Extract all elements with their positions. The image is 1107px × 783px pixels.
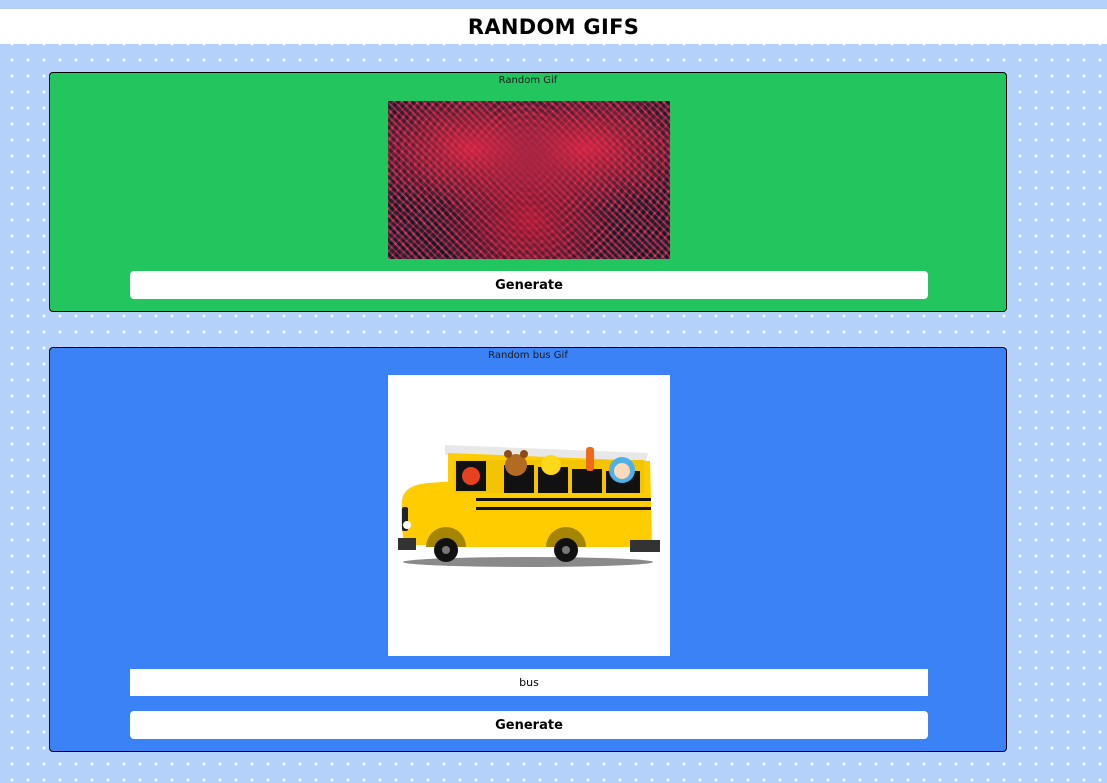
tag-input[interactable] — [130, 669, 928, 696]
random-gif-card-title: Random Gif — [498, 75, 558, 86]
bus-stripe-2 — [476, 507, 651, 510]
passenger-carrot — [586, 447, 594, 471]
passenger-bird — [462, 467, 480, 485]
random-gif-card: Random Gif Generate — [49, 72, 1007, 312]
bus-rear-bumper — [630, 540, 660, 552]
random-gif-generate-button[interactable]: Generate — [130, 271, 928, 299]
passenger-duck — [541, 455, 561, 475]
bear-ear-right — [520, 450, 528, 458]
page-title: RANDOM GIFS — [467, 14, 640, 39]
rear-wheel-hub — [562, 546, 570, 554]
bus-front-bumper — [398, 538, 416, 550]
tag-gif-generate-button[interactable]: Generate — [130, 711, 928, 739]
baby-face — [614, 463, 630, 479]
tag-gif-card-title: Random bus Gif — [488, 350, 568, 361]
front-wheel-hub — [442, 546, 450, 554]
tag-gif-card: Random bus Gif bus Generate — [49, 347, 1007, 752]
page-header: RANDOM GIFS — [0, 9, 1107, 44]
bear-ear-left — [504, 450, 512, 458]
tag-gif-image — [388, 375, 670, 656]
random-gif-image — [388, 101, 670, 259]
bus-stripe-1 — [476, 498, 651, 501]
school-bus-illustration — [398, 445, 660, 567]
bus-window-4 — [572, 469, 602, 493]
bus-headlight — [403, 521, 411, 529]
